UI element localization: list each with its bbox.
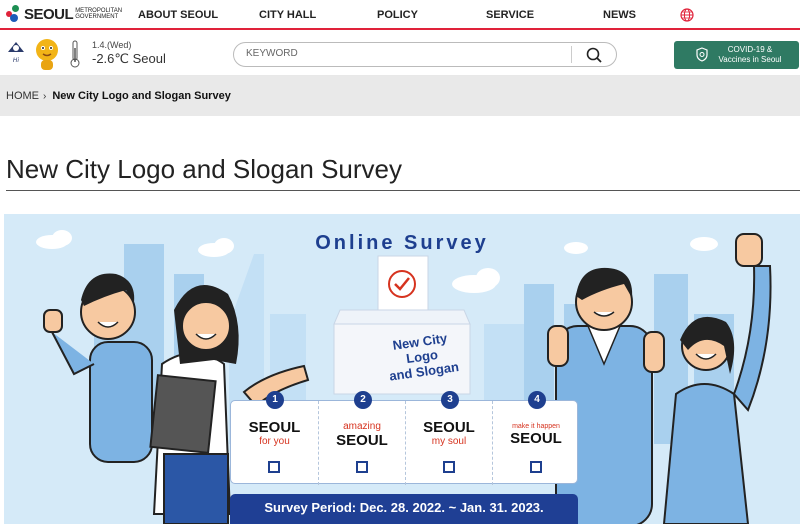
logo-word: SEOUL — [24, 5, 74, 23]
slogan-options: 1 SEOUL for you 2 amazing SEOUL 3 SEOUL … — [230, 391, 579, 485]
option-line2: SEOUL — [336, 432, 388, 449]
option-line2: for you — [259, 436, 290, 447]
top-navigation: SEOUL METROPOLITAN GOVERNMENT ABOUT SEOUL… — [0, 0, 800, 30]
option-number: 3 — [441, 391, 459, 409]
globe-language-icon[interactable] — [680, 8, 694, 22]
option-line2: my soul — [431, 436, 467, 447]
search-box — [233, 42, 617, 67]
search-input[interactable] — [246, 48, 566, 59]
search-icon[interactable] — [584, 46, 604, 64]
seoul-logo[interactable]: SEOUL METROPOLITAN GOVERNMENT — [6, 5, 122, 23]
nav-service[interactable]: SERVICE — [486, 9, 534, 21]
slogan-option-3[interactable]: 3 SEOUL my soul — [405, 391, 492, 485]
breadcrumb-current: New City Logo and Slogan Survey — [52, 90, 231, 102]
option-line2: SEOUL — [510, 430, 562, 447]
shield-icon — [696, 47, 708, 62]
title-divider — [6, 190, 800, 191]
option-number: 1 — [266, 391, 284, 409]
option-2-checkbox[interactable] — [356, 461, 368, 473]
haechi-mascot-icon — [36, 39, 58, 70]
breadcrumb-home[interactable]: HOME — [6, 90, 39, 102]
weather-date: 1.4.(Wed) — [92, 40, 132, 50]
nav-about-seoul[interactable]: ABOUT SEOUL — [138, 9, 218, 21]
thermometer-icon — [70, 40, 80, 68]
covid-vaccine-button[interactable]: COVID-19 & Vaccines in Seoul — [674, 41, 799, 69]
banner-heading: Online Survey — [315, 232, 489, 254]
nav-policy[interactable]: POLICY — [377, 9, 418, 21]
nav-city-hall[interactable]: CITY HALL — [259, 9, 316, 21]
nav-news[interactable]: NEWS — [603, 9, 636, 21]
chevron-right-icon: › — [43, 90, 47, 102]
covid-button-label: COVID-19 & Vaccines in Seoul — [718, 45, 782, 64]
option-number: 4 — [528, 391, 546, 409]
utility-bar: Hi 1.4.(Wed) -2.6℃ Seoul COVID-19 &Vacci… — [0, 32, 800, 76]
breadcrumb: HOME › New City Logo and Slogan Survey — [6, 90, 231, 102]
slogan-option-4[interactable]: 4 make it happen SEOUL — [492, 391, 579, 485]
hi-seoul-logo-icon[interactable]: Hi — [4, 38, 28, 68]
slogan-option-2[interactable]: 2 amazing SEOUL — [318, 391, 405, 485]
option-line1: SEOUL — [248, 419, 301, 436]
breadcrumb-bar: HOME › New City Logo and Slogan Survey — [0, 76, 800, 116]
option-number: 2 — [354, 391, 372, 409]
survey-period: Survey Period: Dec. 28. 2022. ~ Jan. 31.… — [230, 494, 578, 524]
search-divider — [571, 46, 572, 63]
option-3-checkbox[interactable] — [443, 461, 455, 473]
option-line1: amazing — [343, 421, 381, 432]
option-line1: make it happen — [512, 423, 560, 430]
logo-subtitle: METROPOLITAN GOVERNMENT — [75, 7, 123, 21]
option-line1: SEOUL — [423, 419, 475, 436]
weather-temperature: -2.6℃ Seoul — [92, 51, 166, 66]
svg-text:Hi: Hi — [13, 57, 20, 64]
weather-widget: 1.4.(Wed) -2.6℃ Seoul — [92, 40, 166, 67]
seoul-logo-mark-icon — [6, 5, 22, 23]
survey-banner[interactable]: Online Survey New City Logo and Slogan 1… — [4, 214, 800, 524]
option-1-checkbox[interactable] — [268, 461, 280, 473]
page-title: New City Logo and Slogan Survey — [6, 154, 403, 184]
slogan-option-1[interactable]: 1 SEOUL for you — [231, 391, 318, 485]
option-4-checkbox[interactable] — [530, 461, 542, 473]
